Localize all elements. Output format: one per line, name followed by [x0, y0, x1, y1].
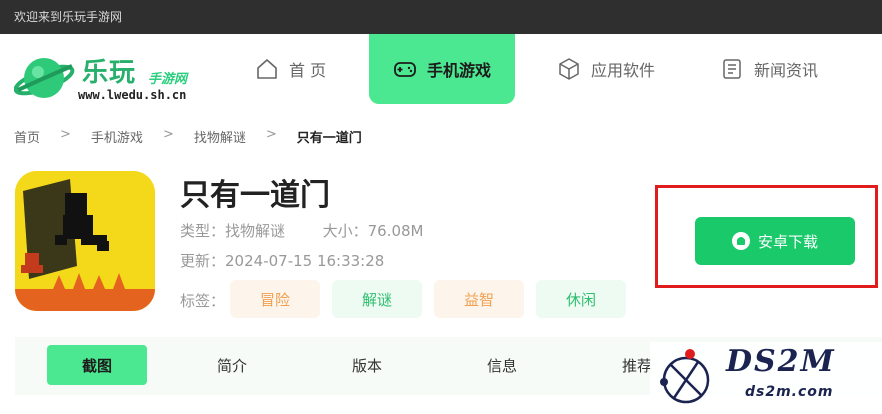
tab-intro[interactable]: 简介	[182, 345, 282, 385]
site-header: 乐玩 手游网 www.lwedu.sh.cn 首 页 手机游戏 应用软件 新闻资…	[0, 34, 882, 116]
welcome-text: 欢迎来到乐玩手游网	[14, 10, 123, 24]
nav-mobile-games-label: 手机游戏	[426, 61, 491, 80]
tag-puzzle[interactable]: 解谜	[332, 280, 422, 318]
logo-url: www.lwedu.sh.cn	[78, 88, 187, 102]
breadcrumb-separator: >	[60, 127, 71, 142]
game-artwork-icon	[15, 171, 155, 311]
tag-brain[interactable]: 益智	[434, 280, 524, 318]
nav-apps-label: 应用软件	[591, 61, 656, 80]
breadcrumb-current: 只有一道门	[296, 131, 362, 146]
nav-news[interactable]: 新闻资讯	[720, 34, 818, 104]
watermark-logo-icon	[660, 349, 710, 404]
android-download-button[interactable]: 安卓下载	[695, 217, 855, 265]
nav-mobile-games[interactable]: 手机游戏	[369, 34, 515, 104]
update-label: 更新：	[180, 252, 226, 270]
breadcrumb-separator: >	[265, 127, 277, 142]
tag-adventure[interactable]: 冒险	[230, 280, 320, 318]
breadcrumb-home[interactable]: 首页	[14, 127, 40, 146]
breadcrumb-separator: >	[162, 127, 174, 142]
home-icon	[257, 59, 277, 79]
gamepad-icon	[394, 62, 416, 77]
android-icon	[731, 232, 750, 250]
tag-casual[interactable]: 休闲	[536, 280, 626, 318]
nav-news-label: 新闻资讯	[754, 61, 819, 80]
update-value: 2024-07-15 16:33:28	[225, 252, 385, 270]
top-bar: 欢迎来到乐玩手游网	[0, 0, 882, 34]
android-download-label: 安卓下载	[757, 232, 818, 251]
nav-home-label: 首 页	[289, 61, 327, 80]
nav-apps[interactable]: 应用软件	[557, 34, 655, 104]
app-title: 只有一道门	[180, 178, 330, 213]
tab-screenshots[interactable]: 截图	[47, 345, 147, 385]
app-meta-row-1: 类型：找物解谜 大小：76.08M	[180, 220, 424, 241]
size-label: 大小：	[322, 222, 368, 240]
logo-subtitle: 手游网	[148, 72, 188, 87]
planet-logo-icon	[13, 58, 75, 98]
tab-info[interactable]: 信息	[452, 345, 552, 385]
watermark-url: ds2m.com	[745, 384, 834, 400]
site-logo[interactable]: 乐玩 手游网 www.lwedu.sh.cn	[13, 48, 214, 108]
news-icon	[723, 59, 741, 79]
app-icon	[15, 171, 155, 311]
tab-version[interactable]: 版本	[317, 345, 417, 385]
type-label: 类型：	[180, 222, 226, 240]
app-meta-row-2: 更新：2024-07-15 16:33:28	[180, 250, 384, 271]
type-value: 找物解谜	[225, 222, 286, 240]
logo-title: 乐玩	[82, 58, 137, 88]
cube-icon	[559, 58, 579, 80]
breadcrumb-mobile-games[interactable]: 手机游戏	[91, 127, 143, 146]
tags-label: 标签：	[180, 292, 226, 310]
nav-home[interactable]: 首 页	[255, 34, 326, 104]
watermark-title: DS2M	[726, 344, 836, 379]
breadcrumb-category[interactable]: 找物解谜	[194, 127, 246, 146]
breadcrumb: 首页 > 手机游戏 > 找物解谜 > 只有一道门	[14, 127, 362, 146]
size-value: 76.08M	[367, 222, 424, 240]
